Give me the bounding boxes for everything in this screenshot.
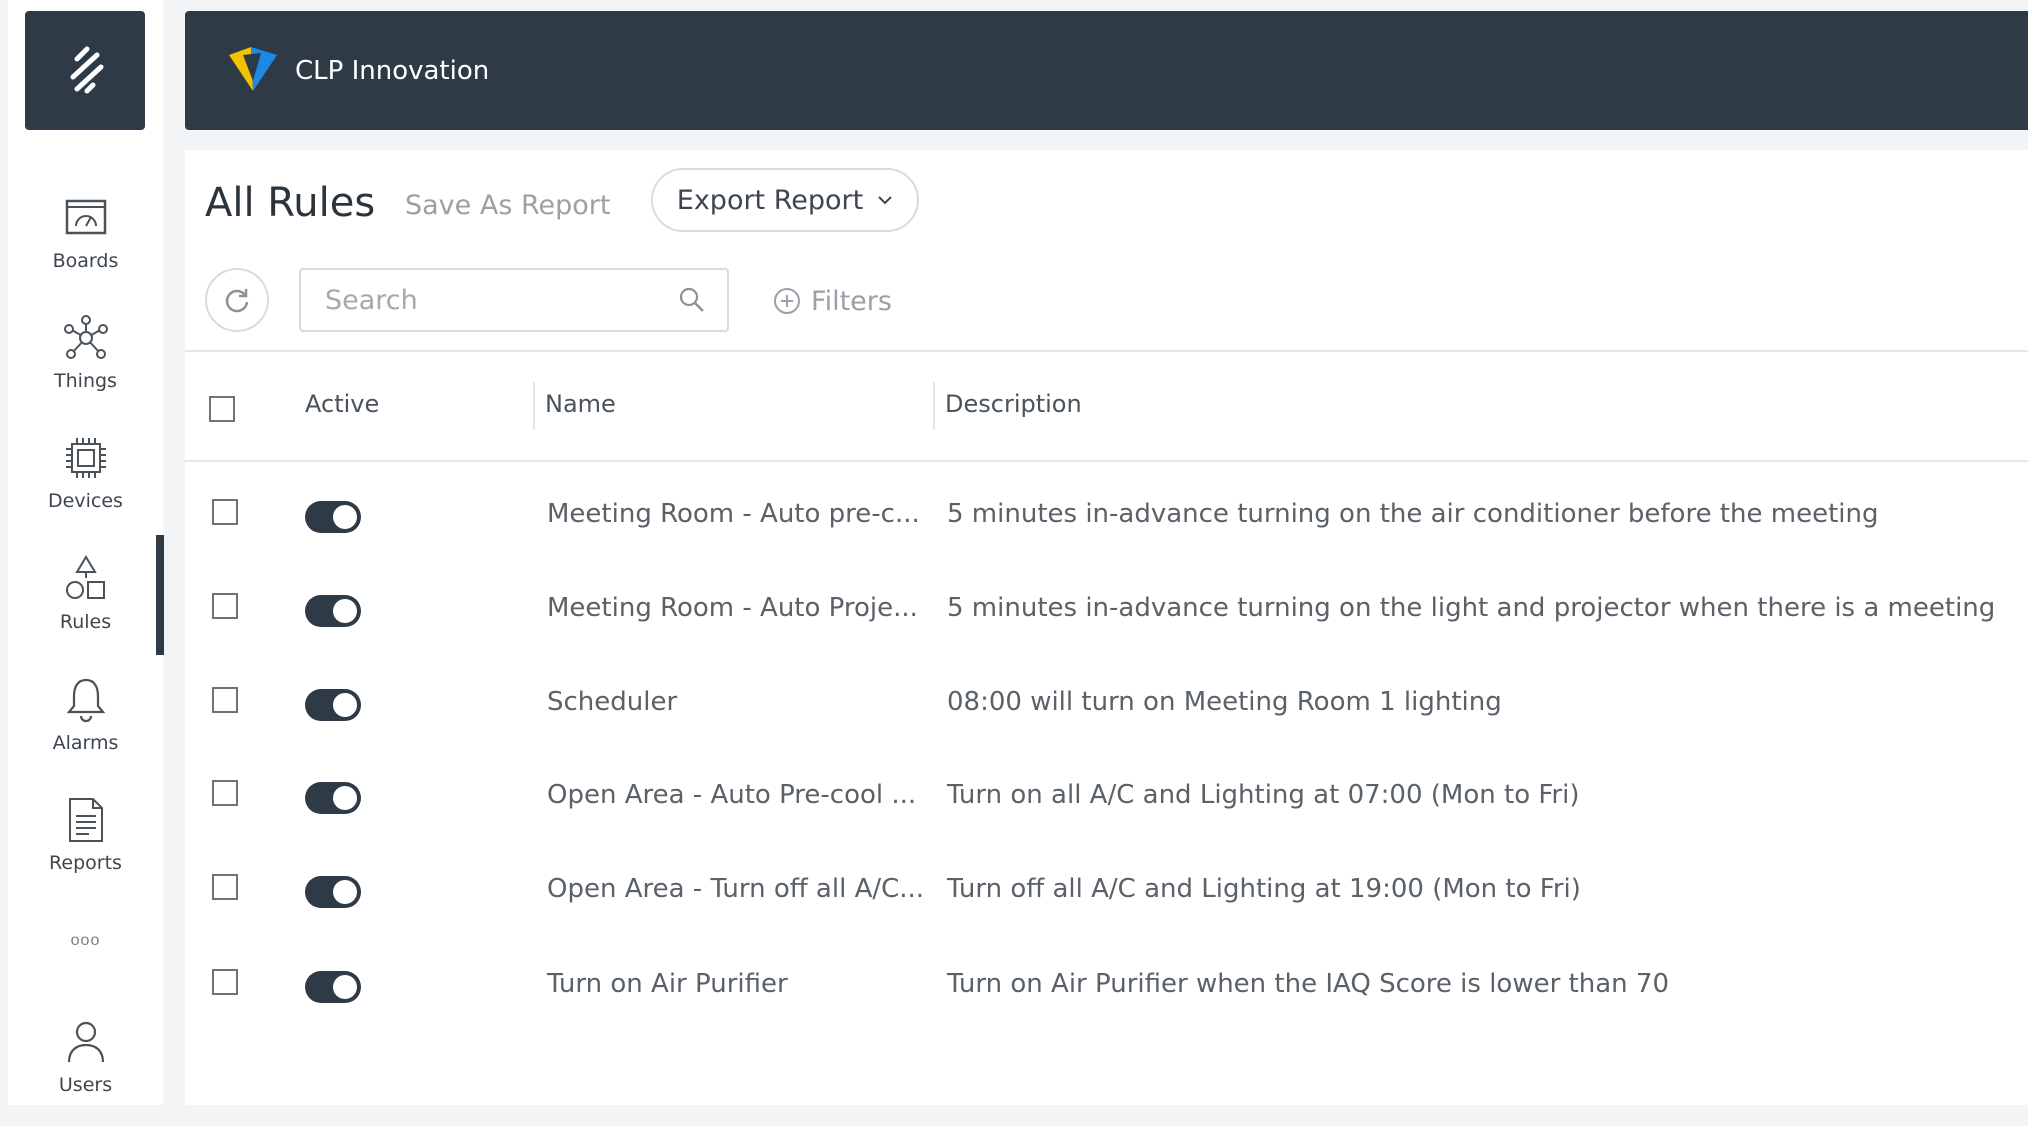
plus-circle-icon — [773, 287, 801, 315]
rule-description: Turn on Air Purifier when the IAQ Score … — [947, 969, 1669, 999]
rule-name[interactable]: Open Area - Auto Pre-cool ... — [547, 780, 916, 810]
refresh-button[interactable] — [205, 268, 269, 332]
export-report-label: Export Report — [676, 184, 864, 216]
table-row[interactable]: Meeting Room - Auto Proje... 5 minutes i… — [185, 559, 2028, 653]
sidebar-item-things[interactable]: Things — [8, 312, 163, 422]
brand-name: CLP Innovation — [295, 55, 490, 86]
rule-name[interactable]: Scheduler — [547, 687, 677, 717]
rule-description: 5 minutes in-advance turning on the ligh… — [947, 593, 1996, 623]
clp-shield-logo — [229, 46, 277, 91]
active-toggle[interactable] — [305, 595, 361, 627]
rule-description: Turn off all A/C and Lighting at 19:00 (… — [947, 874, 1581, 904]
active-toggle[interactable] — [305, 689, 361, 721]
search-field[interactable] — [299, 268, 729, 332]
bell-icon — [66, 678, 105, 723]
page-title: All Rules — [205, 180, 376, 226]
table-row[interactable]: Turn on Air Purifier Turn on Air Purifie… — [185, 935, 2028, 1029]
active-toggle[interactable] — [305, 501, 361, 533]
save-as-report-link[interactable]: Save As Report — [405, 190, 610, 221]
chevron-down-icon — [877, 194, 893, 206]
refresh-icon — [225, 289, 249, 313]
sidebar-item-label: Boards — [52, 250, 119, 272]
active-nav-indicator — [156, 535, 164, 655]
column-header-description[interactable]: Description — [945, 390, 1082, 418]
column-header-name[interactable]: Name — [545, 390, 616, 418]
rule-description: Turn on all A/C and Lighting at 07:00 (M… — [947, 780, 1580, 810]
active-toggle[interactable] — [305, 876, 361, 908]
sidebar-item-label: Users — [58, 1074, 113, 1096]
dashboard-icon — [65, 199, 106, 235]
search-icon[interactable] — [679, 287, 705, 313]
rule-name[interactable]: Turn on Air Purifier — [547, 969, 788, 999]
column-separator[interactable] — [533, 382, 535, 430]
rule-description: 08:00 will turn on Meeting Room 1 lighti… — [947, 687, 1502, 717]
row-checkbox[interactable] — [212, 874, 238, 900]
top-header: CLP Innovation — [185, 11, 2028, 130]
table-row[interactable]: Open Area - Auto Pre-cool ... Turn on al… — [185, 746, 2028, 840]
rule-description: 5 minutes in-advance turning on the air … — [947, 499, 1879, 529]
select-all-checkbox[interactable] — [209, 396, 235, 422]
sidebar-item-label: Alarms — [52, 732, 119, 754]
rule-name[interactable]: Meeting Room - Auto Proje... — [547, 593, 918, 623]
filters-button[interactable]: Filters — [773, 281, 892, 321]
column-separator[interactable] — [933, 382, 935, 430]
table-row[interactable]: Meeting Room - Auto pre-c... 5 minutes i… — [185, 465, 2028, 559]
shapes-icon — [65, 555, 105, 599]
row-checkbox[interactable] — [212, 969, 238, 995]
search-input[interactable] — [323, 283, 679, 317]
chip-icon — [65, 438, 106, 478]
more-icon[interactable]: ooo — [8, 932, 163, 950]
sidebar-item-users[interactable]: Users — [8, 1016, 163, 1126]
sidebar-item-label: Rules — [59, 611, 112, 633]
sidebar: Boards Things Devices Rules Alarms Repor… — [8, 0, 164, 1105]
sparkle-stripes-icon — [70, 46, 104, 93]
rules-panel: All Rules Save As Report Export Report S… — [185, 150, 2028, 1105]
table-header: Active Name Description — [185, 352, 2028, 462]
app-logo[interactable] — [25, 11, 145, 130]
filters-label: Filters — [811, 285, 892, 317]
row-checkbox[interactable] — [212, 780, 238, 806]
column-header-active[interactable]: Active — [305, 390, 379, 418]
row-checkbox[interactable] — [212, 593, 238, 619]
active-toggle[interactable] — [305, 782, 361, 814]
sidebar-item-rules[interactable]: Rules — [8, 553, 163, 663]
document-icon — [68, 798, 103, 842]
table-row[interactable]: Open Area - Turn off all A/C... Turn off… — [185, 840, 2028, 934]
sidebar-item-devices[interactable]: Devices — [8, 432, 163, 542]
sidebar-item-boards[interactable]: Boards — [8, 192, 163, 302]
row-checkbox[interactable] — [212, 687, 238, 713]
sidebar-item-reports[interactable]: Reports — [8, 794, 163, 904]
active-toggle[interactable] — [305, 971, 361, 1003]
sidebar-item-label: Things — [54, 370, 117, 392]
user-icon — [67, 1021, 104, 1063]
sidebar-item-label: Reports — [49, 852, 122, 874]
rule-name[interactable]: Meeting Room - Auto pre-c... — [547, 499, 920, 529]
table-row[interactable]: Scheduler 08:00 will turn on Meeting Roo… — [185, 653, 2028, 747]
rule-name[interactable]: Open Area - Turn off all A/C... — [547, 874, 924, 904]
sidebar-item-alarms[interactable]: Alarms — [8, 674, 163, 784]
network-icon — [63, 315, 108, 359]
sidebar-item-label: Devices — [48, 490, 123, 512]
row-checkbox[interactable] — [212, 499, 238, 525]
export-report-button[interactable]: Export Report — [651, 168, 919, 232]
